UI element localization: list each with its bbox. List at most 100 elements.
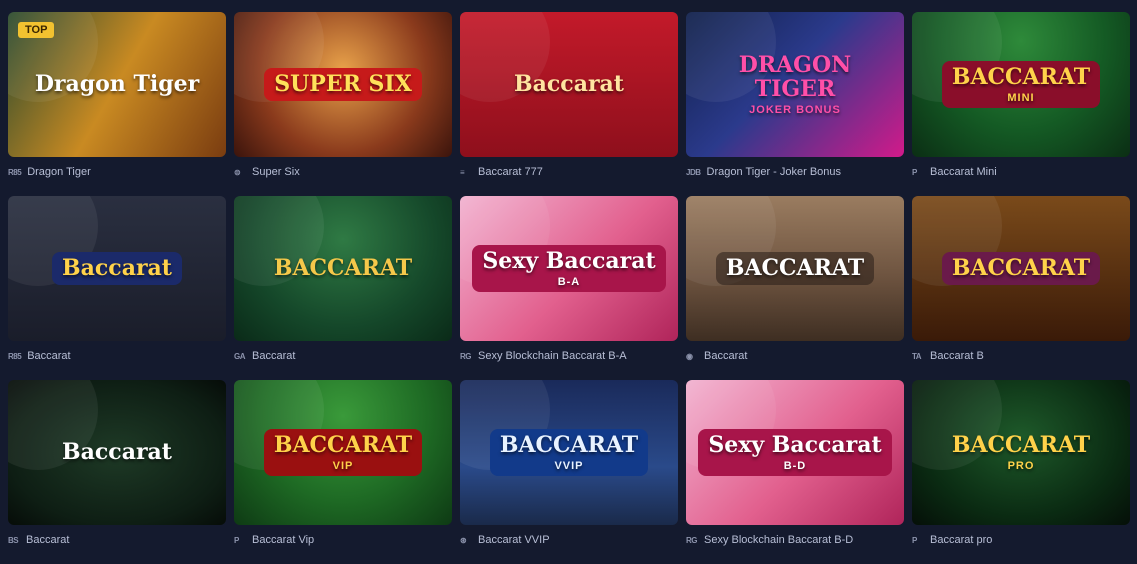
game-name[interactable]: Baccarat	[252, 350, 295, 362]
game-name[interactable]: Baccarat pro	[930, 534, 992, 546]
game-title-art-text: BACCARAT	[951, 255, 1091, 282]
game-caption: P Baccarat pro	[912, 529, 1130, 551]
game-card-baccarat-b[interactable]: BACCARAT TA Baccarat B	[912, 196, 1130, 380]
game-caption: R85 Dragon Tiger	[8, 161, 226, 183]
game-caption: JDB Dragon Tiger - Joker Bonus	[686, 161, 904, 183]
game-card-baccarat-777[interactable]: Baccarat ≡ Baccarat 777	[460, 12, 678, 196]
game-name[interactable]: Baccarat B	[930, 350, 984, 362]
game-title-art-text: BACCARAT	[951, 432, 1091, 459]
provider-icon: P	[234, 535, 239, 545]
game-title-art-sub: VVIP	[554, 459, 584, 472]
game-card-sexy-baccarat-bd[interactable]: Sexy Baccarat B-D RG Sexy Blockchain Baccar…	[686, 380, 904, 564]
game-title-art-text: Dragon Tiger	[34, 71, 200, 98]
game-thumbnail[interactable]: Sexy Baccarat B-A	[460, 196, 678, 341]
game-card-baccarat-ga[interactable]: BACCARAT GA Baccarat	[234, 196, 452, 380]
game-card-baccarat-bs[interactable]: Baccarat BS Baccarat	[8, 380, 226, 564]
game-title-art: BACCARAT VIP	[263, 429, 423, 476]
game-thumbnail[interactable]: BACCARAT VIP	[234, 380, 452, 525]
game-title-art: BACCARAT	[941, 252, 1101, 285]
game-title-art: DRAGON TIGER JOKER BONUS	[686, 49, 904, 119]
provider-icon: R85	[8, 351, 22, 361]
game-title-art-text: BACCARAT	[273, 255, 413, 282]
game-card-dragon-tiger[interactable]: TOP Dragon Tiger R85 Dragon Tiger	[8, 12, 226, 196]
game-title-art: Baccarat	[52, 436, 182, 468]
game-name[interactable]: Baccarat Mini	[930, 166, 997, 178]
game-thumbnail[interactable]: TOP Dragon Tiger	[8, 12, 226, 157]
game-card-sexy-baccarat-ba[interactable]: Sexy Baccarat B-A RG Sexy Blockchain Baccar…	[460, 196, 678, 380]
game-title-art-sub: PRO	[1007, 459, 1035, 472]
game-title-art: BACCARAT VVIP	[489, 429, 649, 476]
game-thumbnail[interactable]: Baccarat	[8, 196, 226, 341]
game-name[interactable]: Baccarat VVIP	[478, 534, 550, 546]
game-name[interactable]: Baccarat Vip	[252, 534, 314, 546]
provider-icon: ⊛	[460, 535, 467, 545]
game-card-baccarat-vvip[interactable]: BACCARAT VVIP ⊛ Baccarat VVIP	[460, 380, 678, 564]
provider-icon: GA	[234, 351, 246, 361]
game-card-baccarat-mini[interactable]: BACCARAT MINI P Baccarat Mini	[912, 12, 1130, 196]
game-thumbnail[interactable]: Baccarat	[8, 380, 226, 525]
game-name[interactable]: Dragon Tiger	[27, 166, 91, 178]
game-thumbnail[interactable]: Baccarat	[460, 12, 678, 157]
game-thumbnail[interactable]: BACCARAT MINI	[912, 12, 1130, 157]
game-caption: BS Baccarat	[8, 529, 226, 551]
game-thumbnail[interactable]: Sexy Baccarat B-D	[686, 380, 904, 525]
game-title-art: Dragon Tiger	[25, 68, 209, 100]
game-caption: RG Sexy Blockchain Baccarat B-A	[460, 345, 678, 367]
game-caption: ⊜ Super Six	[234, 161, 452, 183]
game-thumbnail[interactable]: BACCARAT	[686, 196, 904, 341]
game-title-art-sub: B-A	[557, 275, 581, 288]
game-title-art-text: Baccarat	[62, 255, 172, 282]
game-name[interactable]: Baccarat	[704, 350, 747, 362]
game-caption: ≡ Baccarat 777	[460, 161, 678, 183]
game-title-art-text: BACCARAT	[951, 64, 1091, 91]
game-name[interactable]: Baccarat	[27, 350, 70, 362]
game-title-art-text: BACCARAT	[725, 255, 865, 282]
game-title-art-sub: MINI	[1007, 91, 1035, 104]
game-name[interactable]: Sexy Blockchain Baccarat B-A	[478, 350, 627, 362]
game-title-art-sub: JOKER BONUS	[749, 103, 841, 116]
game-caption: ◉ Baccarat	[686, 345, 904, 367]
game-title-art: BACCARAT	[264, 252, 422, 284]
game-title-art-text: BACCARAT	[273, 432, 413, 459]
provider-icon: ≡	[460, 167, 465, 177]
game-thumbnail[interactable]: SUPER SIX	[234, 12, 452, 157]
game-title-art-text: Baccarat	[62, 439, 172, 466]
game-thumbnail[interactable]: BACCARAT VVIP	[460, 380, 678, 525]
game-title-art: Baccarat	[52, 252, 182, 285]
game-title-art: BACCARAT	[715, 252, 875, 285]
game-name[interactable]: Super Six	[252, 166, 300, 178]
game-caption: P Baccarat Vip	[234, 529, 452, 551]
game-thumbnail[interactable]: BACCARAT	[234, 196, 452, 341]
provider-icon: R85	[8, 167, 22, 177]
provider-icon: BS	[8, 535, 19, 545]
game-name[interactable]: Sexy Blockchain Baccarat B-D	[704, 534, 853, 546]
game-title-art-text: DRAGON TIGER	[738, 52, 852, 103]
game-title-art: SUPER SIX	[264, 68, 422, 101]
game-card-baccarat-vip[interactable]: BACCARAT VIP P Baccarat Vip	[234, 380, 452, 564]
game-card-super-six[interactable]: SUPER SIX ⊜ Super Six	[234, 12, 452, 196]
game-name[interactable]: Baccarat 777	[478, 166, 543, 178]
game-card-dragon-tiger-joker[interactable]: DRAGON TIGER JOKER BONUS JDB Dragon Tiger -…	[686, 12, 904, 196]
game-title-art-text: Sexy Baccarat	[708, 432, 882, 459]
provider-icon: ◉	[686, 351, 693, 361]
game-thumbnail[interactable]: BACCARAT PRO	[912, 380, 1130, 525]
game-card-baccarat-r85[interactable]: Baccarat R85 Baccarat	[8, 196, 226, 380]
game-title-art: BACCARAT MINI	[941, 61, 1101, 108]
game-caption: TA Baccarat B	[912, 345, 1130, 367]
game-name[interactable]: Dragon Tiger - Joker Bonus	[707, 166, 842, 178]
game-title-art: BACCARAT PRO	[942, 429, 1100, 475]
game-title-art: Sexy Baccarat B-D	[698, 429, 892, 476]
game-title-art-text: BACCARAT	[499, 432, 639, 459]
game-title-art-text: Sexy Baccarat	[482, 248, 656, 275]
game-title-art: Baccarat	[504, 68, 634, 100]
game-card-baccarat-pro[interactable]: BACCARAT PRO P Baccarat pro	[912, 380, 1130, 564]
provider-icon: TA	[912, 351, 922, 361]
provider-icon: P	[912, 535, 917, 545]
game-thumbnail[interactable]: DRAGON TIGER JOKER BONUS	[686, 12, 904, 157]
game-name[interactable]: Baccarat	[26, 534, 69, 546]
provider-icon: RG	[460, 351, 472, 361]
game-caption: GA Baccarat	[234, 345, 452, 367]
game-card-baccarat-pin[interactable]: BACCARAT ◉ Baccarat	[686, 196, 904, 380]
game-thumbnail[interactable]: BACCARAT	[912, 196, 1130, 341]
game-title-art-text: SUPER SIX	[274, 71, 412, 98]
